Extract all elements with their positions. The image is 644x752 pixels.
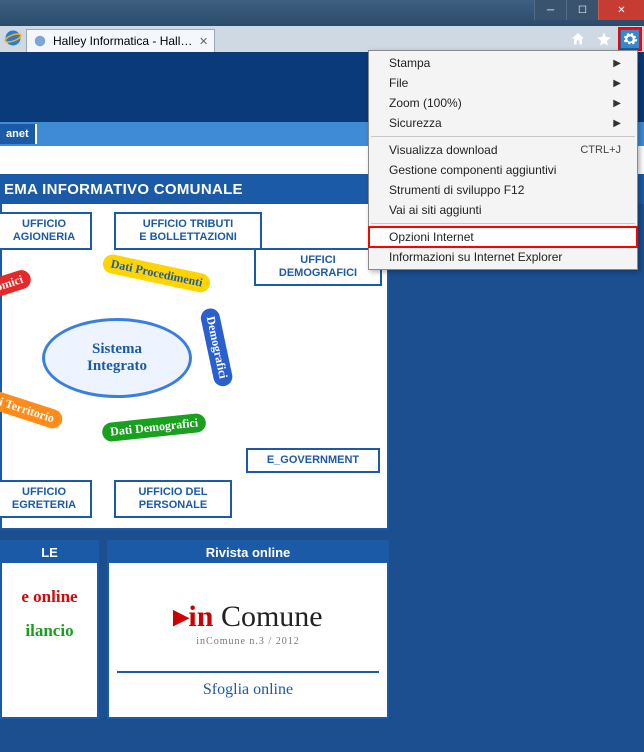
menu-item-opzioni-internet[interactable]: Opzioni Internet — [369, 227, 637, 247]
menu-label: Zoom (100%) — [389, 96, 462, 110]
menu-label: Vai ai siti aggiunti — [389, 203, 482, 217]
menu-item-siti-aggiunti[interactable]: Vai ai siti aggiunti — [369, 200, 637, 220]
arc-dati-demografici: Dati Demografici — [101, 413, 207, 443]
incomune-text: Comune — [221, 600, 323, 633]
link-ilancio[interactable]: ilancio — [10, 621, 89, 641]
box-tributi[interactable]: UFFICIO TRIBUTI E BOLLETTAZIONI — [114, 212, 262, 250]
minimize-button[interactable]: ─ — [534, 0, 566, 20]
box-label: E BOLLETTAZIONI — [139, 231, 237, 243]
incomune-marker-icon: ▸ — [173, 600, 188, 633]
link-online[interactable]: e online — [10, 587, 89, 607]
box-label: UFFICIO — [22, 486, 66, 498]
tools-dropdown: Stampa ▶ File ▶ Zoom (100%) ▶ Sicurezza ▶ Vi… — [368, 50, 638, 270]
menu-separator — [371, 223, 635, 224]
box-label: PERSONALE — [139, 499, 207, 511]
box-label: EGRETERIA — [12, 499, 76, 511]
page-favicon-icon — [33, 34, 47, 48]
lower-panels: LE e online ilancio Rivista online ▸in C… — [0, 540, 644, 719]
center-label: Sistema — [92, 341, 142, 357]
submenu-arrow-icon: ▶ — [613, 98, 621, 109]
menu-label: Opzioni Internet — [389, 230, 474, 244]
submenu-arrow-icon: ▶ — [613, 58, 621, 69]
window-titlebar: ─ ☐ ✕ — [0, 0, 644, 26]
submenu-arrow-icon: ▶ — [613, 118, 621, 129]
window-controls: ─ ☐ ✕ — [534, 0, 644, 20]
arc-demografici: Demografici — [199, 307, 234, 389]
maximize-button[interactable]: ☐ — [566, 0, 598, 20]
box-segreteria[interactable]: UFFICIO EGRETERIA — [0, 480, 92, 518]
diagram-container: UFFICIO AGIONERIA UFFICIO TRIBUTI E BOLL… — [0, 204, 389, 530]
box-label: UFFICIO DEL — [138, 486, 207, 498]
browser-tools — [568, 26, 640, 52]
panel-heading: LE — [2, 542, 97, 563]
menu-label: Informazioni su Internet Explorer — [389, 250, 562, 264]
menu-label: Visualizza download — [389, 143, 498, 157]
panel-rivista: Rivista online ▸in Comune inComune n.3 /… — [107, 540, 389, 719]
menu-shortcut: CTRL+J — [580, 144, 621, 156]
center-label: Integrato — [87, 358, 147, 374]
nav-label[interactable]: anet — [0, 124, 37, 144]
menu-item-componenti[interactable]: Gestione componenti aggiuntivi — [369, 160, 637, 180]
panel-left: LE e online ilancio — [0, 540, 99, 719]
menu-label: Gestione componenti aggiuntivi — [389, 163, 556, 177]
menu-item-f12[interactable]: Strumenti di sviluppo F12 — [369, 180, 637, 200]
menu-label: Strumenti di sviluppo F12 — [389, 183, 524, 197]
ie-logo-icon — [4, 29, 22, 47]
browser-tab[interactable]: Halley Informatica - Halley ... ✕ — [26, 29, 215, 52]
incomune-logo: ▸in Comune — [117, 599, 379, 634]
tools-gear-icon[interactable] — [620, 29, 640, 49]
arc-procedimenti: Dati Procedimenti — [101, 253, 212, 294]
box-personale[interactable]: UFFICIO DEL PERSONALE — [114, 480, 232, 518]
panel-heading: Rivista online — [109, 542, 387, 563]
box-egovernment[interactable]: E_GOVERNMENT — [246, 448, 380, 473]
tab-title: Halley Informatica - Halley ... — [53, 34, 193, 48]
submenu-arrow-icon: ▶ — [613, 78, 621, 89]
menu-separator — [371, 136, 635, 137]
favorites-icon[interactable] — [594, 29, 614, 49]
box-label: UFFICIO TRIBUTI — [143, 218, 233, 230]
box-label: E_GOVERNMENT — [267, 454, 359, 466]
menu-label: Sicurezza — [389, 116, 442, 130]
menu-label: Stampa — [389, 56, 430, 70]
box-ragioneria[interactable]: UFFICIO AGIONERIA — [0, 212, 92, 250]
arc-economici: Economici — [0, 268, 33, 308]
diagram-center: Sistema Integrato — [42, 318, 192, 398]
menu-item-zoom[interactable]: Zoom (100%) ▶ — [369, 93, 637, 113]
close-button[interactable]: ✕ — [598, 0, 644, 20]
incomune-sub: inComune n.3 / 2012 — [117, 636, 379, 647]
central-diagram: Economici Dati Procedimenti Demografici … — [2, 258, 383, 488]
tab-close-icon[interactable]: ✕ — [199, 35, 208, 48]
menu-item-info-ie[interactable]: Informazioni su Internet Explorer — [369, 247, 637, 267]
arc-territorio: Dati Territorio — [0, 384, 64, 430]
home-icon[interactable] — [568, 29, 588, 49]
box-label: UFFICIO — [22, 218, 66, 230]
tab-strip: Halley Informatica - Halley ... ✕ — [0, 26, 644, 52]
menu-label: File — [389, 76, 408, 90]
menu-item-file[interactable]: File ▶ — [369, 73, 637, 93]
menu-item-stampa[interactable]: Stampa ▶ — [369, 53, 637, 73]
menu-item-sicurezza[interactable]: Sicurezza ▶ — [369, 113, 637, 133]
sfoglia-link[interactable]: Sfoglia online — [117, 671, 379, 707]
box-label: AGIONERIA — [13, 231, 75, 243]
menu-item-download[interactable]: Visualizza download CTRL+J — [369, 140, 637, 160]
incomune-text: in — [188, 600, 221, 633]
